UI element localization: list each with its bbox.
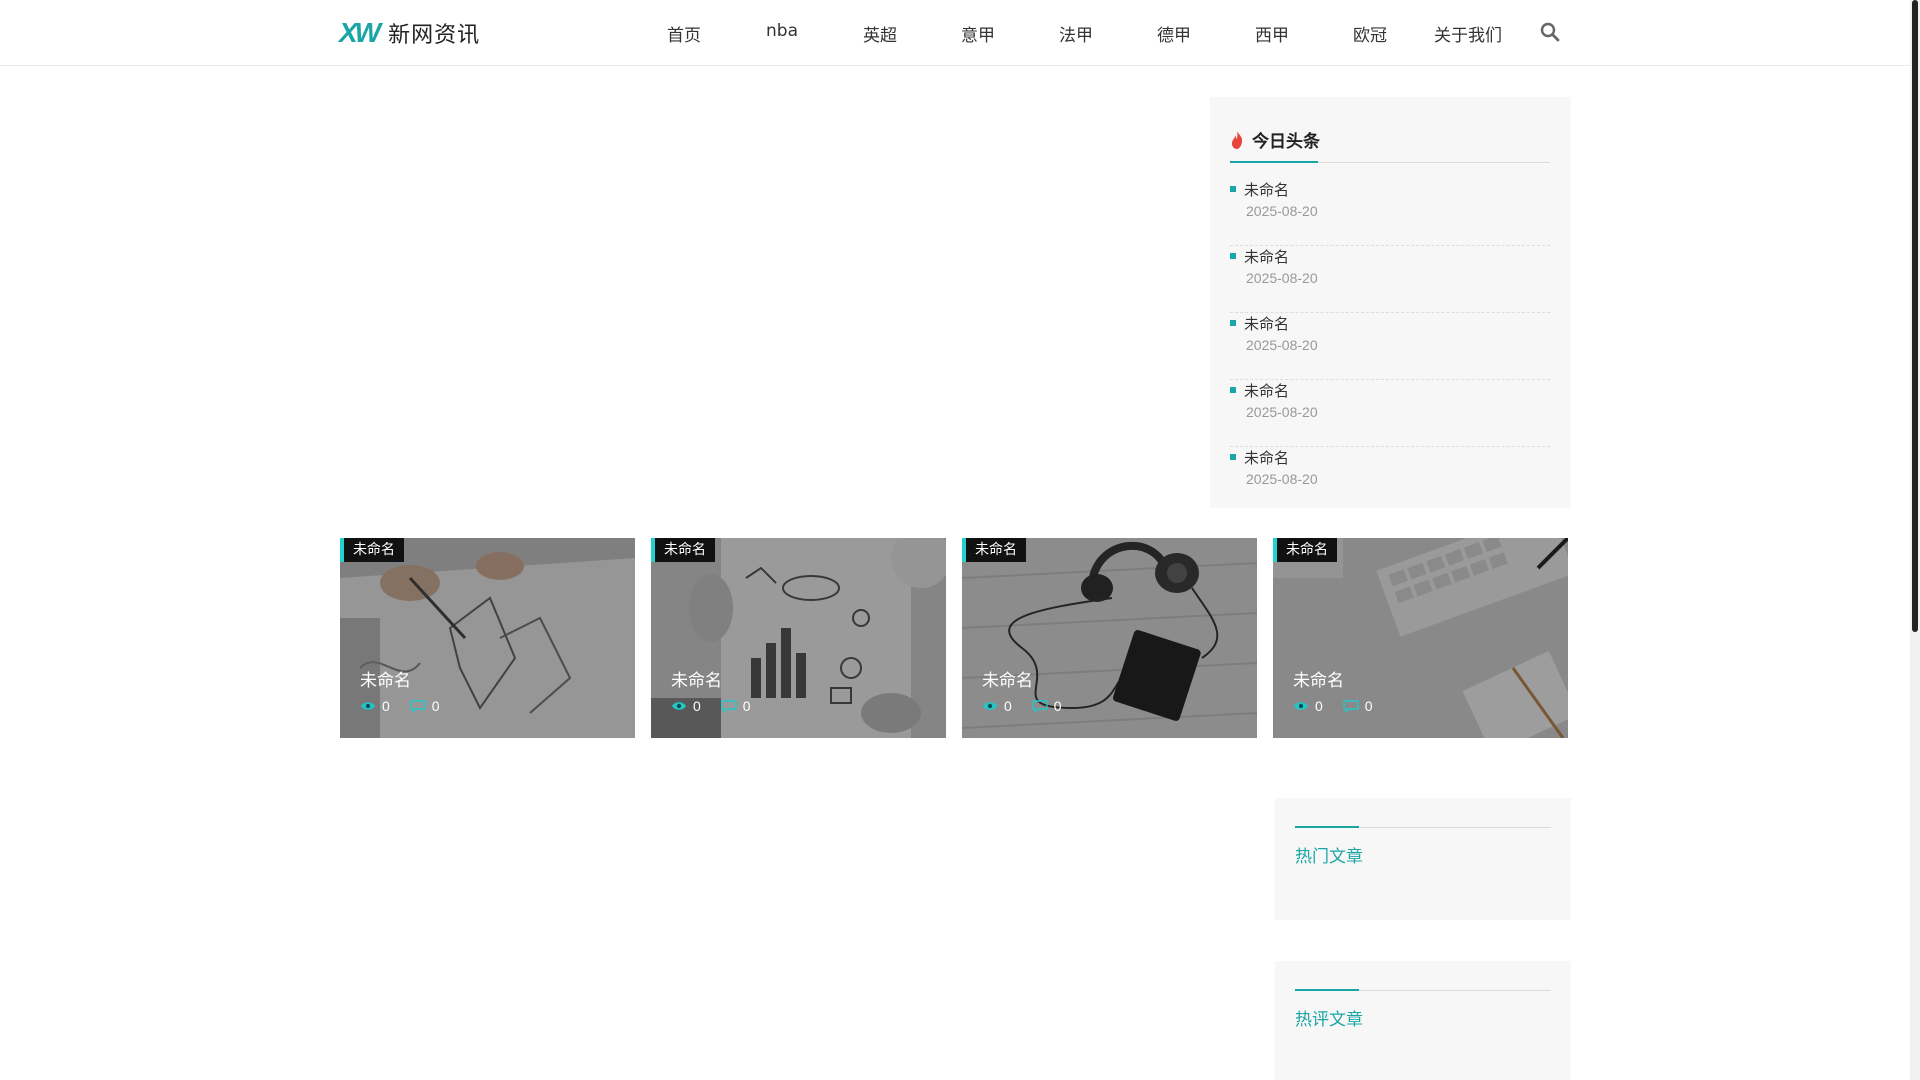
view-count: 0 bbox=[1315, 698, 1323, 714]
card-meta: 0 0 bbox=[1293, 698, 1393, 714]
bullet-icon bbox=[1230, 454, 1236, 460]
card-meta: 0 0 bbox=[982, 698, 1082, 714]
hot-comments-widget: 热评文章 bbox=[1275, 961, 1571, 1080]
todays-headlines-panel: 今日头条 未命名 2025-08-20 未命名 2025-08-20 未命名 2… bbox=[1210, 97, 1571, 508]
nav-item-about-us[interactable]: 关于我们 bbox=[1434, 21, 1502, 46]
headline-date: 2025-08-20 bbox=[1246, 404, 1318, 420]
card-meta: 0 0 bbox=[360, 698, 460, 714]
nav-item-bundesliga[interactable]: 德甲 bbox=[1157, 21, 1191, 46]
card-title[interactable]: 未命名 bbox=[671, 666, 722, 691]
headline-title[interactable]: 未命名 bbox=[1244, 447, 1289, 468]
headline-item[interactable]: 未命名 2025-08-20 bbox=[1230, 380, 1550, 447]
comment-count: 0 bbox=[1364, 698, 1373, 714]
card-category-tag[interactable]: 未命名 bbox=[962, 538, 1026, 562]
search-icon[interactable] bbox=[1540, 22, 1560, 42]
fire-icon bbox=[1231, 130, 1243, 149]
card-category-tag[interactable]: 未命名 bbox=[1273, 538, 1337, 562]
eye-icon bbox=[361, 702, 375, 710]
headline-date: 2025-08-20 bbox=[1246, 471, 1318, 487]
scrollbar-thumb[interactable] bbox=[1912, 0, 1918, 632]
headline-date: 2025-08-20 bbox=[1246, 337, 1318, 353]
comment-count: 0 bbox=[1053, 698, 1062, 714]
logo-text: 新网资讯 bbox=[388, 23, 481, 48]
nav-item-premier-league[interactable]: 英超 bbox=[863, 21, 897, 46]
bullet-icon bbox=[1230, 253, 1236, 259]
nav-item-champions-league[interactable]: 欧冠 bbox=[1353, 21, 1387, 46]
comment-icon bbox=[721, 700, 737, 712]
logo-mark: XW bbox=[339, 17, 381, 48]
eye-icon bbox=[672, 702, 686, 710]
comment-icon bbox=[1032, 700, 1048, 712]
view-count: 0 bbox=[1004, 698, 1012, 714]
card-meta: 0 0 bbox=[671, 698, 771, 714]
view-count: 0 bbox=[693, 698, 701, 714]
panel-title-text: 今日头条 bbox=[1252, 132, 1320, 152]
headline-title[interactable]: 未命名 bbox=[1244, 179, 1289, 200]
widget-title-hot-articles[interactable]: 热门文章 bbox=[1295, 842, 1363, 867]
hot-articles-widget: 热门文章 bbox=[1275, 798, 1571, 920]
card-category-tag[interactable]: 未命名 bbox=[651, 538, 715, 562]
headline-date: 2025-08-20 bbox=[1246, 203, 1318, 219]
article-card[interactable]: 未命名 未命名 0 0 bbox=[962, 538, 1257, 738]
headline-item[interactable]: 未命名 2025-08-20 bbox=[1230, 447, 1550, 514]
bullet-icon bbox=[1230, 186, 1236, 192]
comment-count: 0 bbox=[742, 698, 751, 714]
nav-item-home[interactable]: 首页 bbox=[667, 21, 701, 46]
bullet-icon bbox=[1230, 387, 1236, 393]
view-count: 0 bbox=[382, 698, 390, 714]
comment-icon bbox=[410, 700, 426, 712]
eye-icon bbox=[1294, 702, 1308, 710]
widget-title-hot-comments[interactable]: 热评文章 bbox=[1295, 1005, 1363, 1030]
article-card[interactable]: 未命名 未命名 0 0 bbox=[1273, 538, 1568, 738]
headline-title[interactable]: 未命名 bbox=[1244, 246, 1289, 267]
panel-title: 今日头条 bbox=[1230, 127, 1320, 152]
headline-date: 2025-08-20 bbox=[1246, 270, 1318, 286]
widget-divider-accent bbox=[1295, 826, 1359, 828]
headline-item[interactable]: 未命名 2025-08-20 bbox=[1230, 313, 1550, 380]
bullet-icon bbox=[1230, 320, 1236, 326]
card-title[interactable]: 未命名 bbox=[1293, 666, 1344, 691]
card-title[interactable]: 未命名 bbox=[982, 666, 1033, 691]
eye-icon bbox=[983, 702, 997, 710]
nav-item-serie-a[interactable]: 意甲 bbox=[961, 21, 995, 46]
site-header: XW 新网资讯 首页 nba 英超 意甲 法甲 德甲 西甲 欧冠 关于我们 bbox=[0, 0, 1910, 66]
widget-divider-accent bbox=[1295, 989, 1359, 991]
article-card[interactable]: 未命名 未命名 0 0 bbox=[340, 538, 635, 738]
page-scrollbar[interactable] bbox=[1910, 0, 1920, 1080]
comment-count: 0 bbox=[431, 698, 440, 714]
headline-item[interactable]: 未命名 2025-08-20 bbox=[1230, 246, 1550, 313]
nav-item-nba[interactable]: nba bbox=[766, 21, 798, 41]
card-title[interactable]: 未命名 bbox=[360, 666, 411, 691]
card-category-tag[interactable]: 未命名 bbox=[340, 538, 404, 562]
comment-icon bbox=[1343, 700, 1359, 712]
headline-title[interactable]: 未命名 bbox=[1244, 380, 1289, 401]
headline-item[interactable]: 未命名 2025-08-20 bbox=[1230, 179, 1550, 246]
site-logo[interactable]: XW 新网资讯 bbox=[339, 17, 481, 48]
headline-title[interactable]: 未命名 bbox=[1244, 313, 1289, 334]
article-card[interactable]: 未命名 未命名 0 0 bbox=[651, 538, 946, 738]
panel-divider-accent bbox=[1230, 161, 1318, 163]
nav-item-la-liga[interactable]: 西甲 bbox=[1255, 21, 1289, 46]
nav-item-ligue-1[interactable]: 法甲 bbox=[1059, 21, 1093, 46]
